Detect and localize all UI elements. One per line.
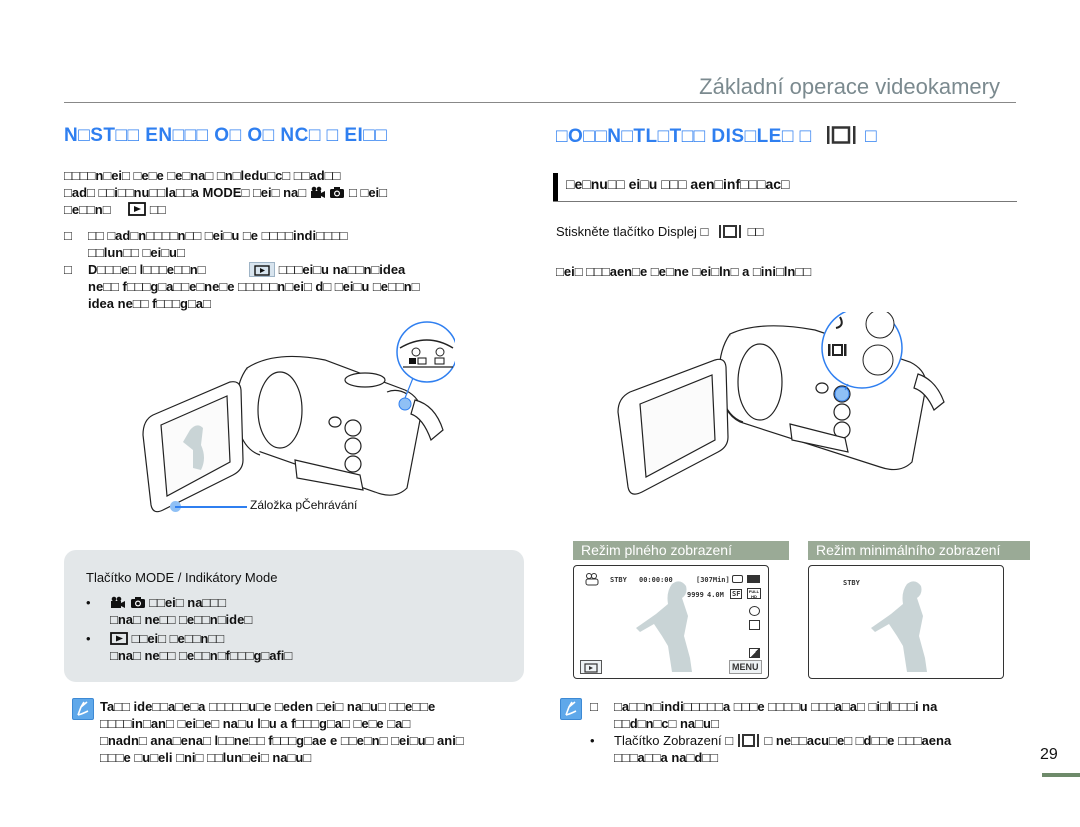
left-note-text: Ta□□ ide□□a□e□a □□□□□u□e □eden □ei□ na□u… [100,699,464,765]
intro-line-1: □□□□n□ei□ □e□e □e□na□ □n□ledu□c□ □□ad□□ [64,168,341,183]
video-mode-icon [310,186,325,198]
tab-full-display: Režim plného zobrazení [573,541,789,560]
playback-icon [128,202,147,216]
storage-icon [732,575,743,583]
mode-box-title: Tlačítko MODE / Indikátory Mode [86,570,278,585]
display-button-icon [737,734,759,747]
mode-item-record: • □□ei□ na□□□ □na□ ne□□ □e□□n□ide□ [86,595,253,627]
playback-tab-caption: Záložka pČehrávání [250,498,358,512]
chapter-title: Základní operace videokamery [699,74,1000,99]
osd-resolution: 4.0M [707,591,724,599]
header-divider [64,102,1016,103]
playback-button[interactable] [580,660,602,674]
battery-icon [747,575,760,583]
left-section-title: N□ST□□ EN□□□ O□ O□ NC□ □ EI□□ [64,125,388,146]
camera-icon [130,597,145,608]
intro-line-3: □e□□n□ □□ [64,202,166,217]
subheading-bar [553,173,558,201]
display-button-icon [827,126,856,144]
osd-remaining-time: [307Min] [696,576,730,584]
note-icon [72,698,94,720]
scene-mode-icon [749,620,760,630]
full-display-screen: STBY 00:00:00 [307Min] 9999 4.0M SF FULL… [573,565,769,679]
subheading: □e□nu□□ ei□u □□□ aen□inf□□□ac□ [566,176,790,192]
right-note-bullet-1: □ □a□□n□indi□□□□□a □□□e □□□□u □□□a□a□ □i… [590,699,938,731]
playback-tab-icon [249,262,276,277]
caption-leader-line [175,506,247,508]
osd-quality: SF [730,589,743,599]
mode-item-playback: • □□ei□ □e□□n□□ □na□ ne□□ □e□□n□f□□□g□af… [86,631,293,663]
minimal-display-screen: STBY [808,565,1004,679]
display-button-icon [718,225,741,238]
left-bullet-2: □ D□□□e□ l□□□e□□n□ □□□ei□u na□□n□idea ne… [64,262,420,311]
left-intro: □□□□n□ei□ □e□e □e□na□ □n□ledu□c□ □□ad□□ … [64,167,387,218]
page-number: 29 [1040,746,1058,763]
camcorder-illustration-display [617,312,945,495]
page-number-bar [1042,773,1080,777]
subject-silhouette [871,581,927,672]
display-instruction: Stiskněte tlačítko Displej □ □□ [556,224,764,239]
menu-button[interactable]: MENU [729,660,762,674]
video-mode-icon [111,596,125,608]
camera-icon [330,187,345,198]
mode-indicator-box: Tlačítko MODE / Indikátory Mode • □□ei□ … [64,550,524,682]
subheading-rule [553,201,1017,202]
right-section-title: □O□□N□TL□T□□ DIS□LE□ □ □ [556,126,878,147]
display-modes-line: □ei□ □□□aen□e □e□ne □ei□ln□ a □ini□ln□□ [556,264,812,279]
osd-photo-count: 9999 [687,591,704,599]
left-bullet-1: □ □□ □ad□n□□□□n□□ □ei□u □e □□□□indi□□□□ … [64,228,348,260]
note-icon [560,698,582,720]
intro-line-2: □ad□ □□i□□nu□□la□□a MODE□ □ei□ na□ □ □ei… [64,185,388,200]
playback-mode-icon [110,632,128,645]
osd-timecode: 00:00:00 [639,576,673,584]
video-mode-osd-icon [585,573,599,586]
full-hd-icon: FULL HD [747,588,761,599]
right-note-bullet-2: • Tlačítko Zobrazení □ □ ne□□acu□e□ □d□□… [590,733,952,765]
stabilizer-icon [749,606,760,616]
osd-status: STBY [843,579,860,587]
camcorder-illustration-mode [142,321,455,513]
osd-status: STBY [610,576,627,584]
tab-minimal-display: Režim minimálního zobrazení [808,541,1030,560]
backlight-icon [749,648,760,658]
